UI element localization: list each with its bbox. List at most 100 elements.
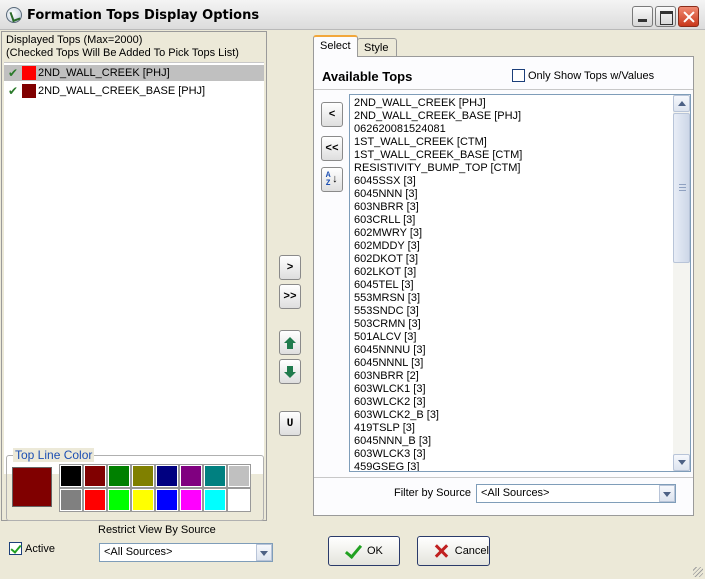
only-show-values-checkbox[interactable] [512, 69, 525, 82]
available-top-item[interactable]: 602MWRY [3] [354, 227, 672, 240]
available-top-item[interactable]: 602LKOT [3] [354, 266, 672, 279]
filter-by-source-select[interactable]: <All Sources> [476, 484, 676, 503]
available-top-item[interactable]: 603WLCK1 [3] [354, 383, 672, 396]
ok-button[interactable]: OK [328, 536, 400, 566]
available-top-item[interactable]: 1ST_WALL_CREEK_BASE [CTM] [354, 149, 672, 162]
palette-color-swatch[interactable] [179, 488, 203, 512]
filter-by-source-label: Filter by Source [394, 487, 472, 499]
available-top-item[interactable]: 6045NNNU [3] [354, 344, 672, 357]
sort-az-button[interactable]: A Z ↓ [321, 167, 343, 192]
palette-color-swatch[interactable] [83, 464, 107, 488]
available-top-item[interactable]: 603WLCK3 [3] [354, 448, 672, 461]
available-top-item[interactable]: 603CRLL [3] [354, 214, 672, 227]
available-top-item[interactable]: 603NBRR [3] [354, 201, 672, 214]
only-show-values-option[interactable]: Only Show Tops w/Values [512, 69, 654, 82]
tab-style[interactable]: Style [357, 38, 397, 58]
remove-top-button[interactable]: < [321, 102, 343, 127]
maximize-button[interactable] [655, 6, 676, 27]
palette-color-swatch[interactable] [227, 464, 251, 488]
top-color-swatch [22, 84, 36, 98]
available-top-item[interactable]: 062620081524081 [354, 123, 672, 136]
palette-color-swatch[interactable] [131, 464, 155, 488]
available-top-item[interactable]: 6045TEL [3] [354, 279, 672, 292]
palette-color-swatch[interactable] [59, 488, 83, 512]
palette-color-swatch[interactable] [203, 464, 227, 488]
palette-color-swatch[interactable] [107, 488, 131, 512]
available-top-item[interactable]: 6045NNN [3] [354, 188, 672, 201]
available-top-item[interactable]: 6045NNNL [3] [354, 357, 672, 370]
available-top-item[interactable]: 419TSLP [3] [354, 422, 672, 435]
displayed-tops-panel: Displayed Tops (Max=2000) (Checked Tops … [1, 31, 267, 521]
close-button[interactable] [678, 6, 699, 27]
chevron-down-icon[interactable] [659, 485, 675, 502]
palette-color-swatch[interactable] [131, 488, 155, 512]
available-top-item[interactable]: 501ALCV [3] [354, 331, 672, 344]
available-top-item[interactable]: 503CRMN [3] [354, 318, 672, 331]
check-icon[interactable]: ✔ [4, 84, 22, 98]
available-top-item[interactable]: 459GSEG [3] [354, 461, 672, 471]
available-top-item[interactable]: 553MRSN [3] [354, 292, 672, 305]
available-top-item[interactable]: 553SNDC [3] [354, 305, 672, 318]
palette-color-swatch[interactable] [179, 464, 203, 488]
x-icon [434, 543, 449, 559]
cancel-button[interactable]: Cancel [417, 536, 490, 566]
palette-color-swatch[interactable] [227, 488, 251, 512]
available-top-item[interactable]: 603WLCK2 [3] [354, 396, 672, 409]
palette-color-swatch[interactable] [203, 488, 227, 512]
available-top-item[interactable]: 603WLCK2_B [3] [354, 409, 672, 422]
remove-all-tops-button[interactable]: << [321, 136, 343, 161]
scroll-thumb[interactable] [673, 113, 690, 263]
title-bar: Formation Tops Display Options [0, 0, 705, 30]
palette-color-swatch[interactable] [59, 464, 83, 488]
arrow-down-icon [284, 365, 296, 378]
sort-letter-z: Z [325, 178, 331, 188]
displayed-top-row[interactable]: ✔ 2ND_WALL_CREEK_BASE [PHJ] [4, 83, 264, 99]
available-top-item[interactable]: 603NBRR [2] [354, 370, 672, 383]
palette-color-swatch[interactable] [107, 464, 131, 488]
displayed-tops-hint-label: (Checked Tops Will Be Added To Pick Tops… [6, 47, 239, 59]
restrict-source-select[interactable]: <All Sources> [99, 543, 273, 562]
available-top-item[interactable]: 602MDDY [3] [354, 240, 672, 253]
arrow-up-icon [284, 336, 296, 349]
displayed-tops-max-label: Displayed Tops (Max=2000) [6, 34, 143, 46]
available-top-item[interactable]: 2ND_WALL_CREEK_BASE [PHJ] [354, 110, 672, 123]
active-option[interactable]: Active [9, 542, 55, 555]
available-top-item[interactable]: 1ST_WALL_CREEK [CTM] [354, 136, 672, 149]
available-top-item[interactable]: 6045SSX [3] [354, 175, 672, 188]
available-tops-list[interactable]: 2ND_WALL_CREEK [PHJ] 2ND_WALL_CREEK_BASE … [349, 94, 691, 472]
current-color-swatch[interactable] [12, 467, 52, 507]
restrict-source-value: <All Sources> [104, 546, 173, 558]
divider [314, 477, 693, 478]
scroll-down-button[interactable] [673, 454, 690, 471]
displayed-top-row[interactable]: ✔ 2ND_WALL_CREEK [PHJ] [4, 65, 264, 81]
tab-select[interactable]: Select [313, 35, 358, 57]
move-up-button[interactable] [279, 330, 301, 355]
u-button[interactable]: U [279, 411, 301, 436]
palette-color-swatch[interactable] [155, 488, 179, 512]
active-checkbox[interactable] [9, 542, 22, 555]
minimize-button[interactable] [632, 6, 653, 27]
app-globe-check-icon [6, 7, 22, 23]
available-top-item[interactable]: 6045NNN_B [3] [354, 435, 672, 448]
cancel-label: Cancel [454, 545, 489, 557]
displayed-tops-list[interactable]: ✔ 2ND_WALL_CREEK [PHJ] ✔ 2ND_WALL_CREEK_BAS… [4, 62, 264, 474]
scroll-up-button[interactable] [673, 95, 690, 112]
top-color-swatch [22, 66, 36, 80]
divider [314, 89, 693, 90]
resize-grip[interactable] [693, 567, 703, 577]
palette-color-swatch[interactable] [83, 488, 107, 512]
available-top-item[interactable]: RESISTIVITY_BUMP_TOP [CTM] [354, 162, 672, 175]
chevron-down-icon[interactable] [256, 544, 272, 561]
palette-color-swatch[interactable] [155, 464, 179, 488]
available-top-item[interactable]: 2ND_WALL_CREEK [PHJ] [354, 97, 672, 110]
displayed-tops-header: Displayed Tops (Max=2000) (Checked Tops … [6, 34, 239, 60]
add-top-button[interactable]: > [279, 255, 301, 280]
available-top-item[interactable]: 602DKOT [3] [354, 253, 672, 266]
top-line-color-group: Top Line Color [6, 448, 264, 521]
move-down-button[interactable] [279, 359, 301, 384]
check-icon[interactable]: ✔ [4, 66, 22, 80]
ok-label: OK [367, 545, 383, 557]
available-tops-scrollbar[interactable] [673, 95, 690, 471]
add-all-tops-button[interactable]: >> [279, 284, 301, 309]
select-tab-panel: Available Tops Only Show Tops w/Values <… [313, 56, 694, 516]
